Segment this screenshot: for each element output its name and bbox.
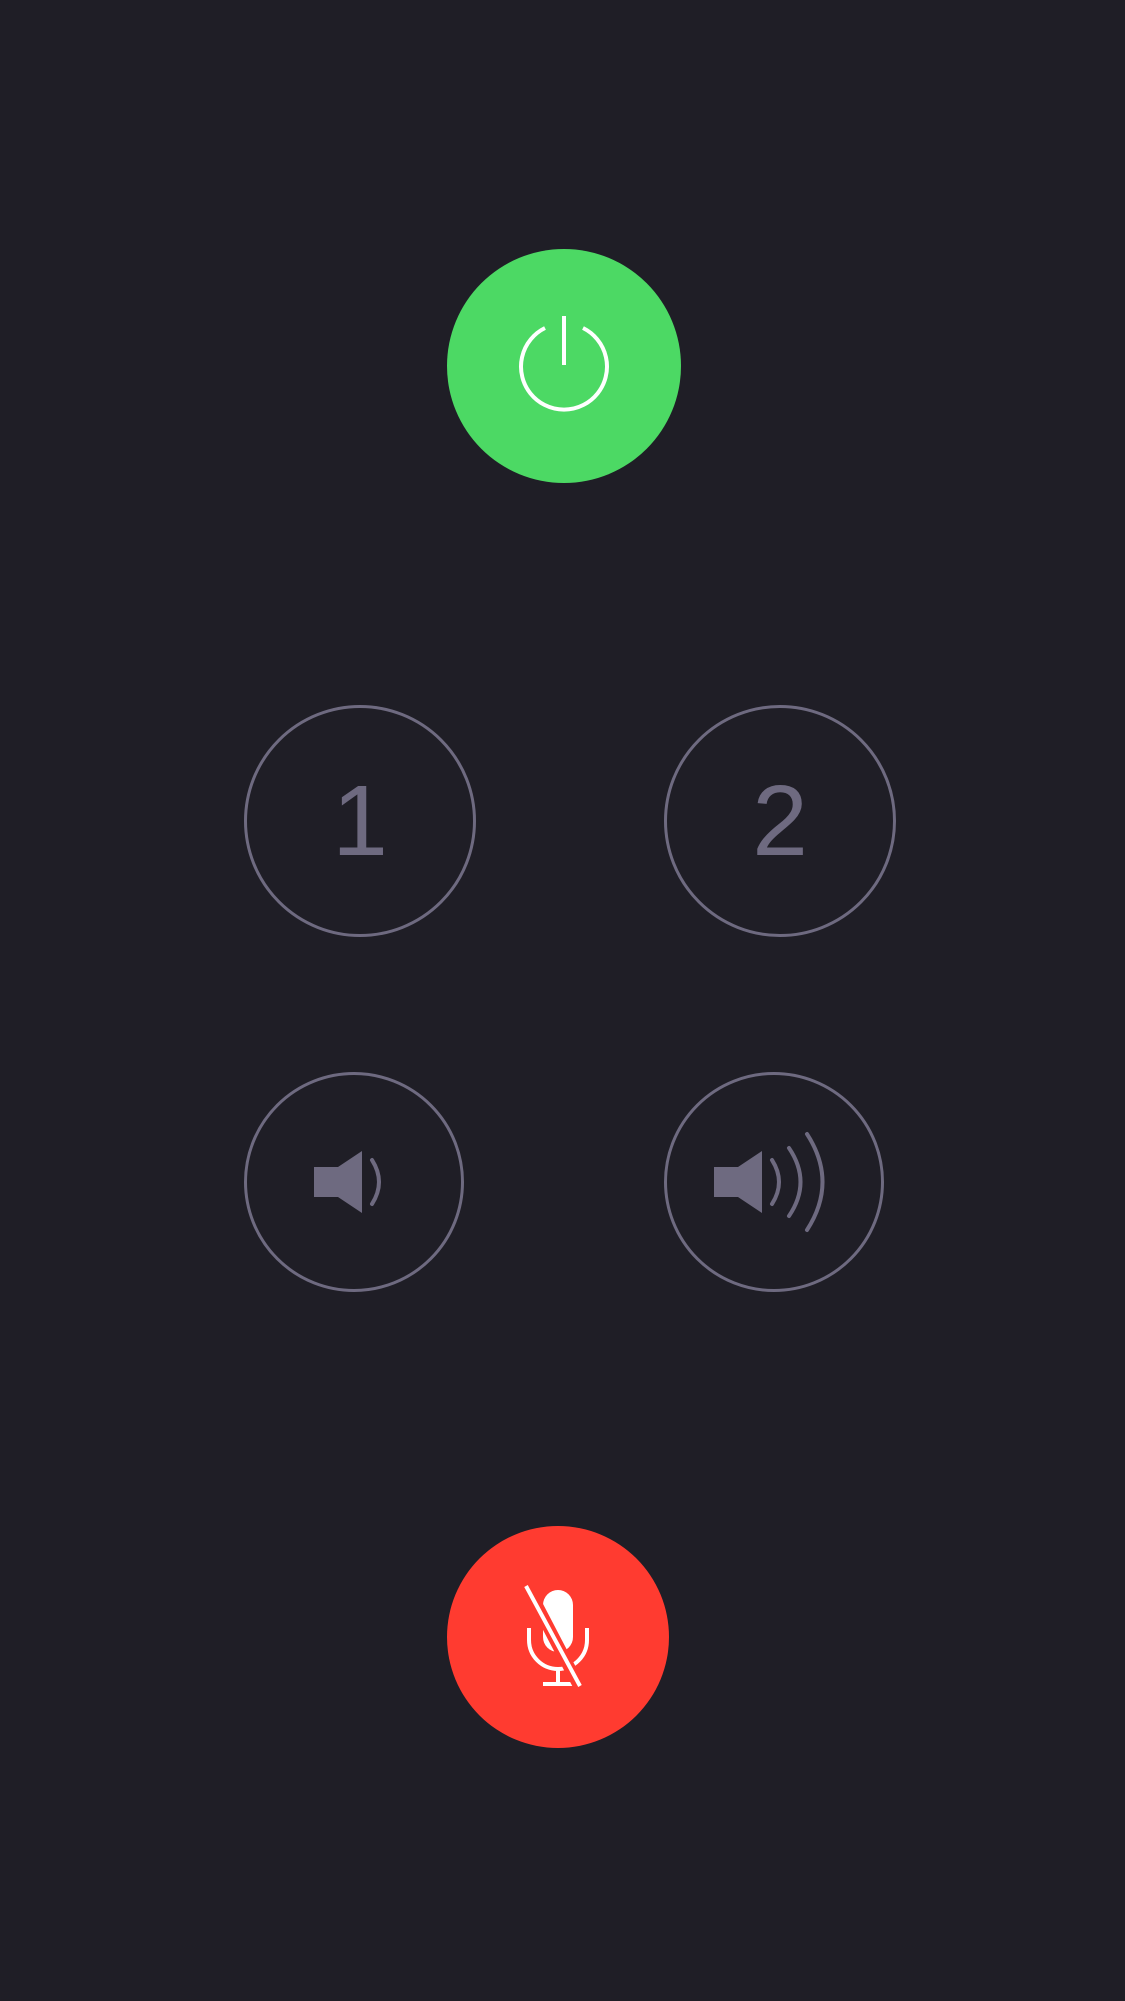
preset-2-label: 2 [752, 765, 808, 877]
volume-up-button[interactable] [664, 1072, 884, 1292]
volume-down-button[interactable] [244, 1072, 464, 1292]
preset-2-button[interactable]: 2 [664, 705, 896, 937]
mic-off-icon [523, 1585, 589, 1689]
power-button[interactable] [447, 249, 681, 483]
mute-microphone-button[interactable] [447, 1526, 669, 1748]
volume-low-icon [314, 1151, 381, 1213]
power-icon [519, 316, 609, 412]
preset-1-button[interactable]: 1 [244, 705, 476, 937]
volume-high-icon [714, 1132, 825, 1232]
preset-1-label: 1 [332, 765, 388, 877]
